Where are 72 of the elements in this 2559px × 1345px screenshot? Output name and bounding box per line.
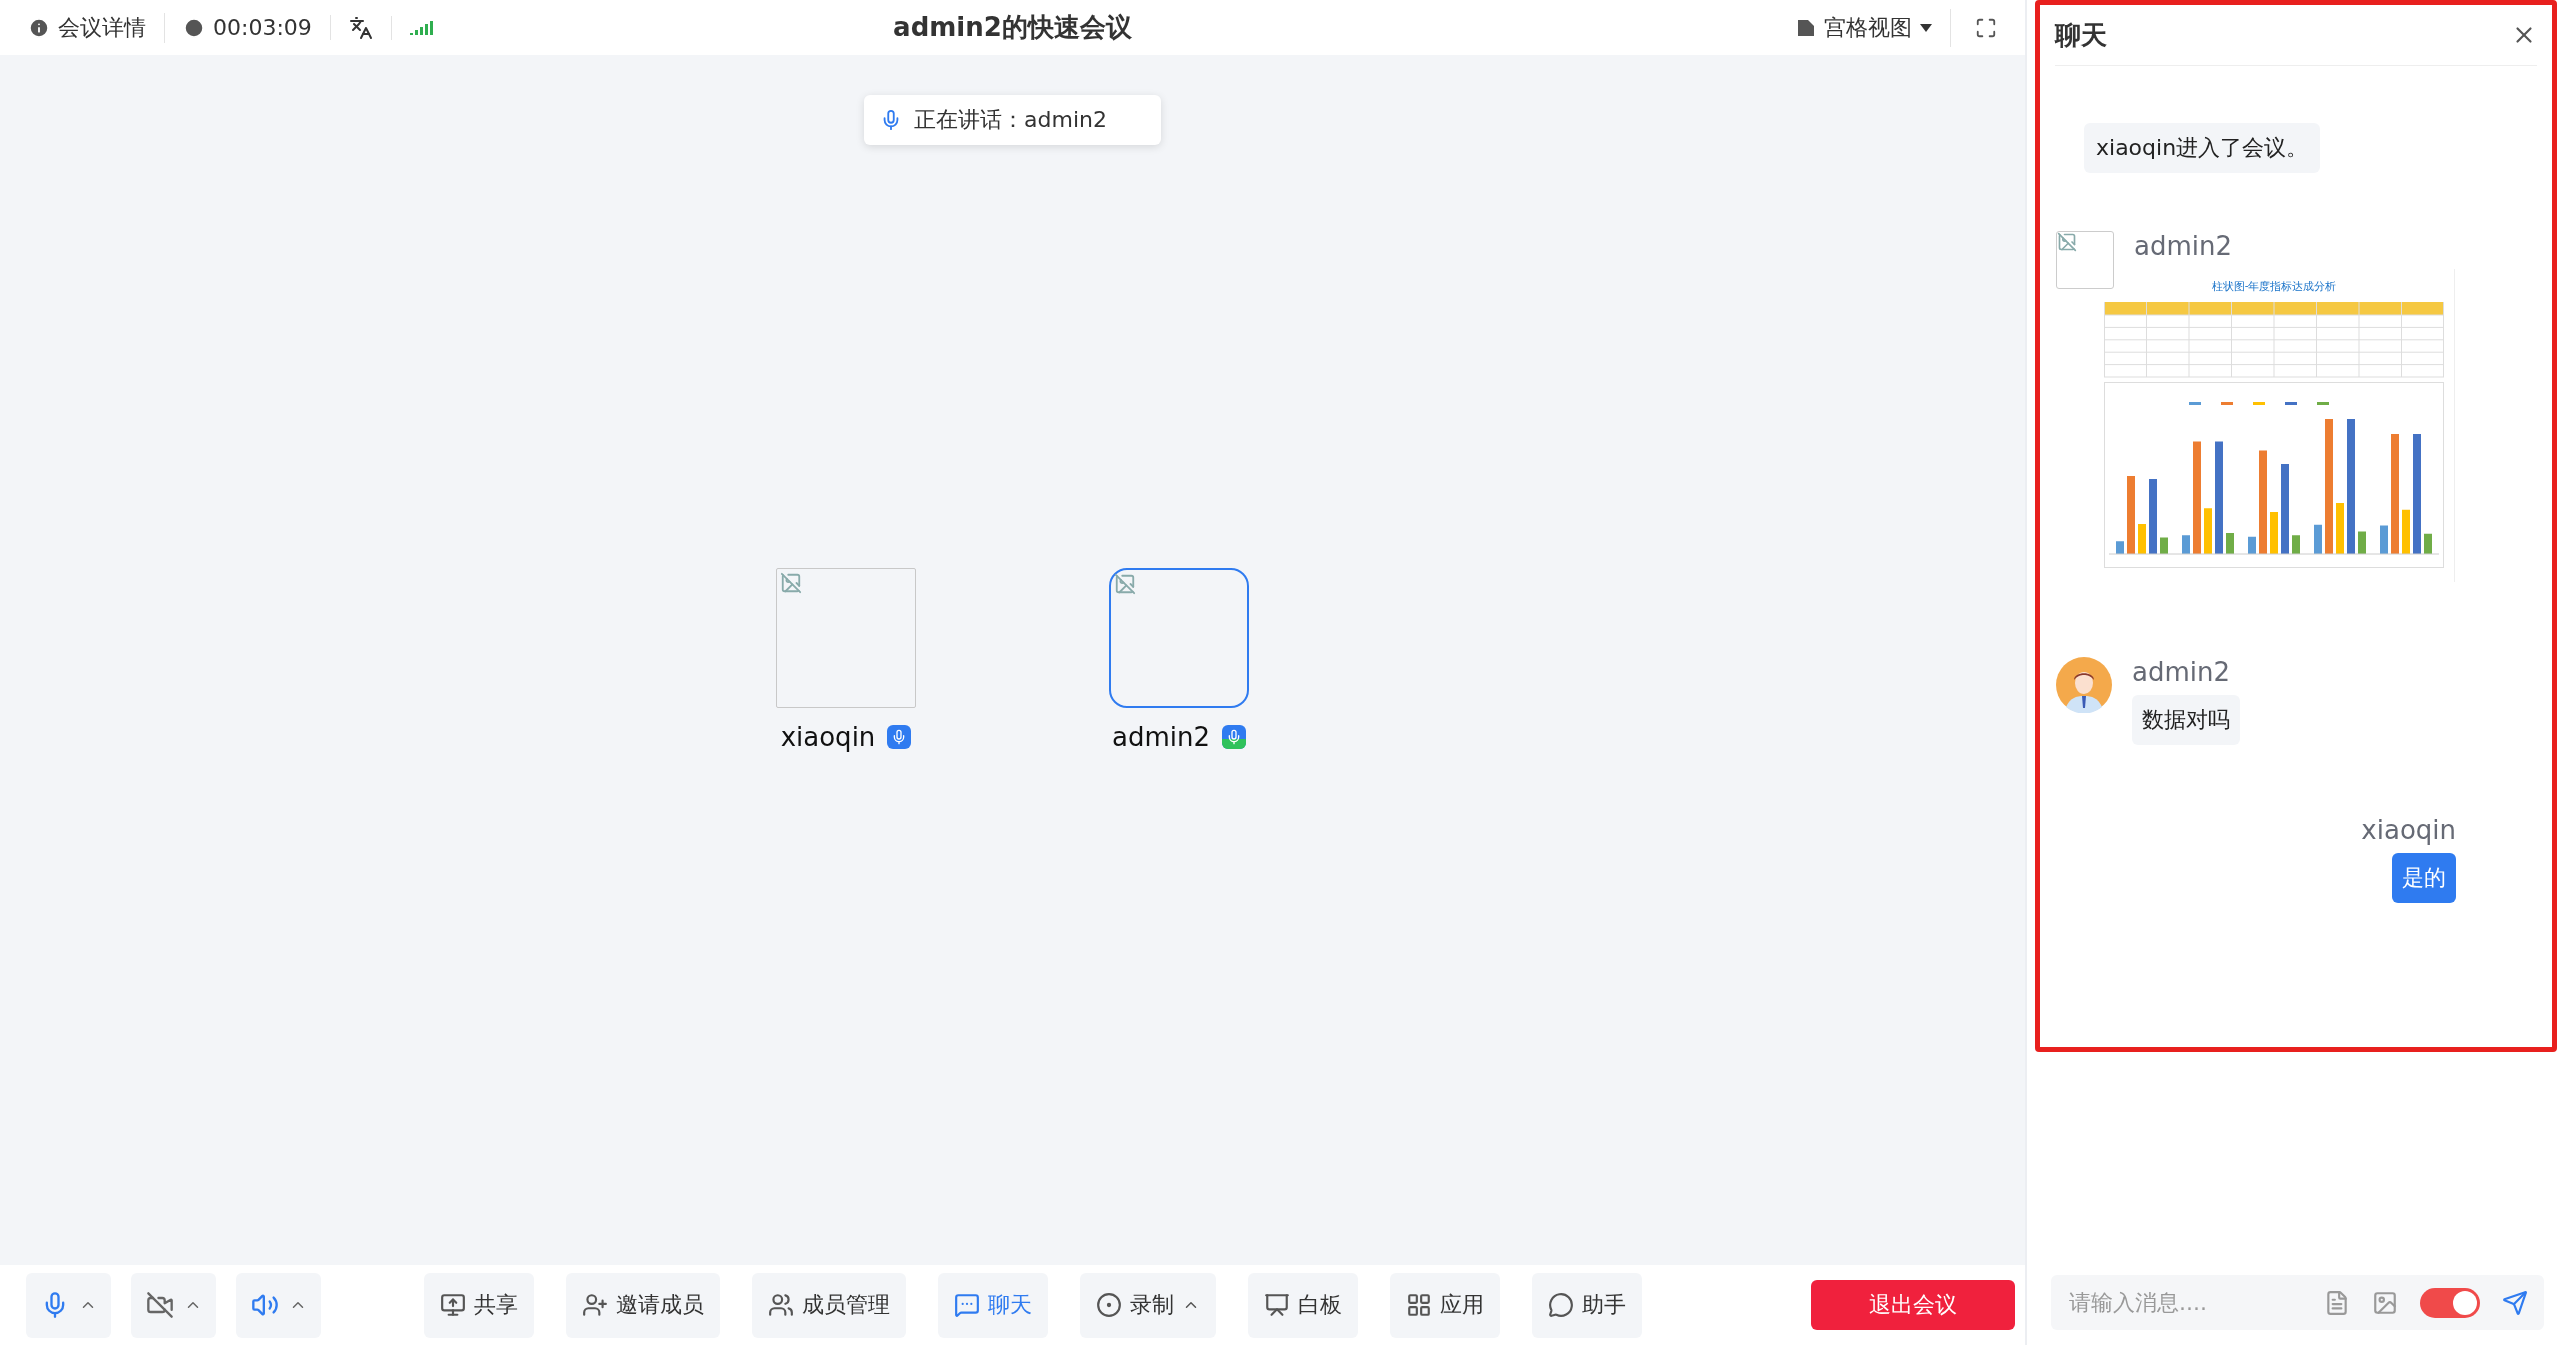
meeting-title: admin2的快速会议 xyxy=(893,11,1132,44)
sender-name: admin2 xyxy=(2134,231,2232,261)
chat-icon xyxy=(954,1292,980,1318)
file-button[interactable] xyxy=(2324,1289,2350,1316)
broken-avatar xyxy=(2056,231,2114,289)
legend-swatch xyxy=(2189,402,2201,405)
chart-bar xyxy=(2336,503,2344,554)
leave-meeting-button[interactable]: 退出会议 xyxy=(1811,1280,2015,1330)
chart-bar xyxy=(2424,533,2432,554)
chart-bar xyxy=(2292,535,2300,554)
camera-off-icon xyxy=(145,1291,174,1319)
chart-bar xyxy=(2270,512,2278,554)
meeting-info-link[interactable]: 会议详情 xyxy=(28,12,165,43)
grid-icon xyxy=(1406,1292,1432,1318)
chart-bar xyxy=(2160,537,2168,554)
user-plus-icon xyxy=(582,1292,608,1318)
chart-bar xyxy=(2116,541,2124,554)
apps-button[interactable]: 应用 xyxy=(1390,1272,1500,1338)
meeting-duration: 00:03:09 xyxy=(165,15,331,40)
broken-image-icon xyxy=(780,572,802,594)
users-icon xyxy=(768,1292,794,1318)
chat-button[interactable]: 聊天 xyxy=(938,1272,1048,1338)
signal-icon xyxy=(409,20,434,35)
chart-bar xyxy=(2402,509,2410,554)
assistant-button[interactable]: 助手 xyxy=(1532,1272,1642,1338)
speaker-button[interactable] xyxy=(236,1272,321,1338)
legend-swatch xyxy=(2285,402,2297,405)
screen-share-icon xyxy=(440,1292,466,1318)
record-button[interactable]: 录制 xyxy=(1080,1272,1216,1338)
microphone-button[interactable] xyxy=(26,1272,111,1338)
chat-title: 聊天 xyxy=(2055,18,2107,52)
chart-bar xyxy=(2226,533,2234,554)
legend-swatch xyxy=(2317,402,2329,405)
chart-bar xyxy=(2380,525,2388,554)
message-bubble: 数据对吗 xyxy=(2132,695,2240,745)
image-title: 柱状图-年度指标达成分析 xyxy=(2211,279,2337,294)
toggle-switch[interactable] xyxy=(2420,1287,2480,1318)
chart-bar xyxy=(2358,531,2366,554)
speaking-label: 正在讲话：admin2 xyxy=(914,106,1107,134)
layout-icon xyxy=(1796,17,1816,38)
view-mode-dropdown[interactable]: 宫格视图 xyxy=(1796,8,1951,47)
chart-bar xyxy=(2248,536,2256,554)
chart-bar xyxy=(2182,535,2190,554)
share-button[interactable]: 共享 xyxy=(424,1272,534,1338)
fullscreen-button[interactable] xyxy=(1975,16,1997,39)
legend-swatch xyxy=(2221,402,2233,405)
invite-button[interactable]: 邀请成员 xyxy=(566,1272,720,1338)
system-message: xiaoqin进入了会议。 xyxy=(2084,123,2321,173)
legend-swatch xyxy=(2253,402,2265,405)
sender-name: admin2 xyxy=(2132,657,2230,687)
whiteboard-icon xyxy=(1264,1292,1290,1318)
send-button[interactable] xyxy=(2502,1289,2528,1316)
message-bubble: 是的 xyxy=(2392,853,2456,903)
chart-bar xyxy=(2204,508,2212,554)
broken-image-icon xyxy=(1114,573,1136,595)
image-button[interactable] xyxy=(2372,1289,2398,1316)
sender-name: xiaoqin xyxy=(2361,815,2456,845)
translate-icon xyxy=(348,15,373,40)
speech-bubble-icon xyxy=(1548,1292,1574,1318)
participant-name: admin2 xyxy=(1112,722,1210,752)
caret-down-icon xyxy=(1920,23,1932,32)
members-button[interactable]: 成员管理 xyxy=(752,1272,906,1338)
record-icon xyxy=(1096,1292,1122,1318)
avatar-icon xyxy=(2056,657,2112,713)
chart-bar xyxy=(2138,524,2146,554)
chart-bar xyxy=(2314,524,2322,554)
whiteboard-button[interactable]: 白板 xyxy=(1248,1272,1358,1338)
info-icon xyxy=(28,16,50,39)
participant-name: xiaoqin xyxy=(780,722,876,752)
message-input[interactable]: 请输入消息.... xyxy=(2067,1289,2302,1316)
shared-image[interactable]: 柱状图-年度指标达成分析 xyxy=(2094,269,2455,582)
camera-button[interactable] xyxy=(131,1272,216,1338)
